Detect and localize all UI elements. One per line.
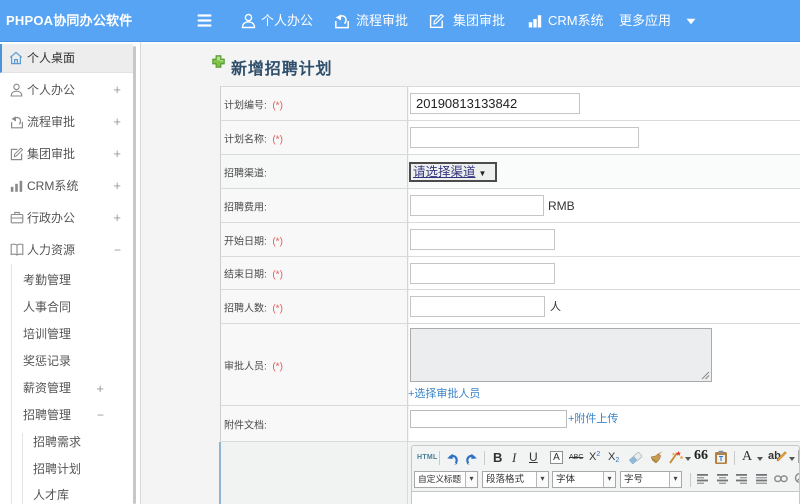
svg-text:T: T [719, 456, 724, 463]
